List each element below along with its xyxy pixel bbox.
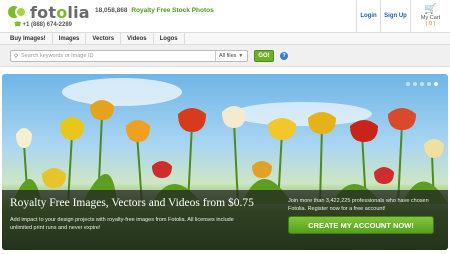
- phone-number: ☎+1 (888) 674-2289: [14, 22, 73, 28]
- tagline: 18,058,868 Royalty Free Stock Photos: [95, 7, 214, 14]
- file-type-select[interactable]: All files ▼: [215, 51, 247, 61]
- nav-buy-images[interactable]: Buy Images!: [0, 33, 53, 44]
- hero-description: Add impact to your design projects with …: [10, 217, 234, 231]
- nav-logos[interactable]: Logos: [154, 33, 185, 44]
- nav-images[interactable]: Images: [53, 33, 87, 44]
- search-input[interactable]: [21, 51, 215, 61]
- cta-text: Join more than 3,422,225 professionals w…: [288, 198, 429, 212]
- slider-dot[interactable]: [413, 82, 417, 86]
- login-link[interactable]: Login: [356, 0, 380, 32]
- nav-videos[interactable]: Videos: [121, 33, 154, 44]
- main-nav: Buy Images! Images Vectors Videos Logos: [0, 32, 450, 45]
- logo-text: fotolia: [30, 2, 90, 22]
- account-links: Login Sign Up 🛒 My Cart ( 0 ): [356, 0, 450, 32]
- create-account-button[interactable]: CREATE MY ACCOUNT NOW!: [288, 216, 434, 234]
- slider-dot-active[interactable]: [434, 82, 438, 86]
- site-header: fotolia ☎+1 (888) 674-2289 18,058,868 Ro…: [0, 0, 450, 32]
- cart-icon: 🛒: [424, 4, 437, 15]
- slider-dot[interactable]: [427, 82, 431, 86]
- hero-title: Royalty Free Images, Vectors and Videos …: [10, 197, 254, 209]
- hero-overlay: Royalty Free Images, Vectors and Videos …: [2, 190, 448, 250]
- phone-icon: ☎: [14, 22, 22, 28]
- slider-dot[interactable]: [420, 82, 424, 86]
- chevron-down-icon: ▼: [238, 53, 244, 59]
- image-count: 18,058,868: [95, 7, 128, 14]
- fotolia-logo[interactable]: fotolia: [8, 2, 90, 22]
- cart-link[interactable]: 🛒 My Cart ( 0 ): [410, 0, 450, 32]
- signup-link[interactable]: Sign Up: [380, 0, 410, 32]
- search-box: ⚲ All files ▼: [10, 50, 248, 62]
- logo-icon: [8, 5, 28, 19]
- hero-banner: Royalty Free Images, Vectors and Videos …: [2, 74, 448, 250]
- tagline-text: Royalty Free Stock Photos: [131, 7, 214, 14]
- cart-count: ( 0 ): [425, 21, 436, 27]
- search-bar: ⚲ All files ▼ GO! ?: [0, 45, 450, 67]
- slider-dots: [406, 82, 438, 86]
- slider-dot[interactable]: [406, 82, 410, 86]
- file-type-value: All files: [219, 53, 237, 59]
- help-icon[interactable]: ?: [280, 52, 288, 60]
- go-button[interactable]: GO!: [254, 50, 274, 62]
- search-icon: ⚲: [13, 53, 19, 60]
- nav-vectors[interactable]: Vectors: [86, 33, 122, 44]
